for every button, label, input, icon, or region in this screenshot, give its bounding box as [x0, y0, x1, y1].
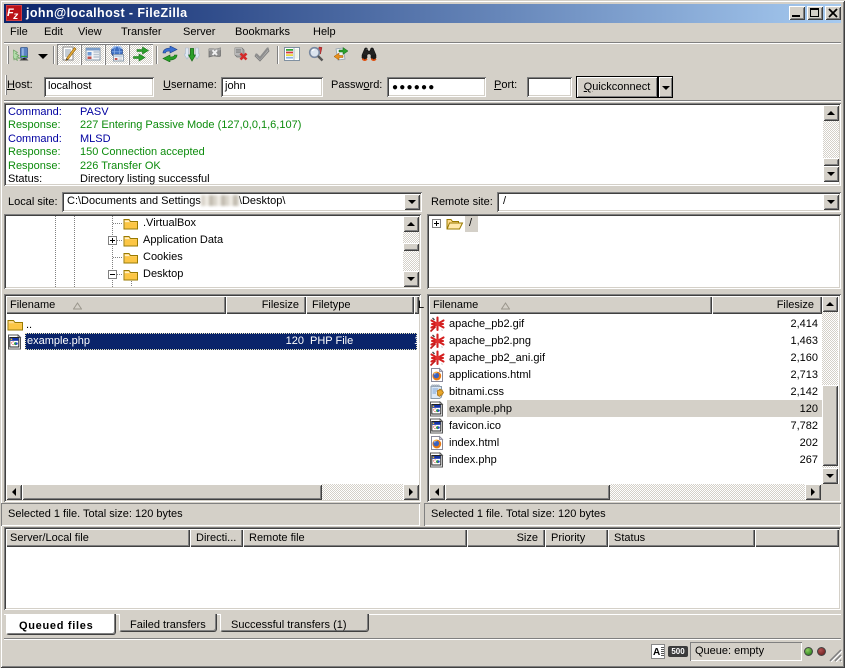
- svg-text:z: z: [12, 11, 18, 21]
